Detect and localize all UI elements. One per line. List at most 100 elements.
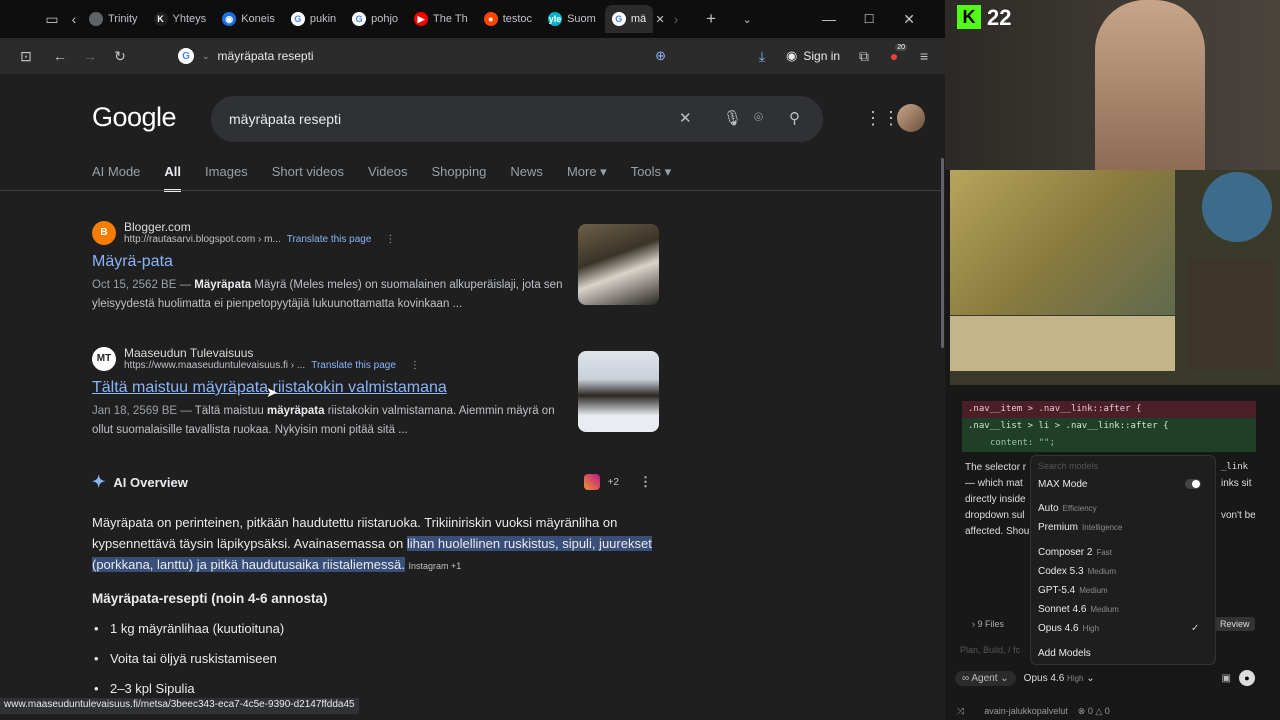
result-source[interactable]: B Blogger.com http://rautasarvi.blogspot… (92, 220, 572, 245)
tab-2[interactable]: ◉ Koneis (215, 5, 282, 33)
microphone-icon[interactable]: 🎙 (723, 109, 742, 127)
remote-icon[interactable]: ⤨ (957, 706, 964, 717)
ublock-icon[interactable]: ● 20 (880, 42, 908, 70)
scrollbar[interactable] (941, 158, 944, 348)
result-source[interactable]: MT Maaseudun Tulevaisuus https://www.maa… (92, 346, 572, 371)
result-title-link[interactable]: Mäyrä-pata (92, 253, 572, 271)
agent-mode-button[interactable]: ∞ Agent ⌄ (955, 670, 1016, 686)
image-attach-icon[interactable]: ▣ (1222, 673, 1231, 684)
search-input[interactable]: mäyräpata resepti ✕ 🎙 ⌾ ⚲ (211, 96, 823, 142)
google-logo[interactable]: Google (92, 102, 177, 133)
game-minimap (1202, 172, 1272, 242)
filter-tab-8[interactable]: Tools ▾ (631, 164, 672, 192)
game-screen (950, 170, 1280, 385)
avatar[interactable] (897, 104, 925, 132)
search-models-input[interactable]: Search models (1038, 461, 1098, 471)
tab-search-icon[interactable]: ▭ (38, 5, 66, 33)
sign-in-button[interactable]: ◉ Sign in (778, 44, 848, 68)
model-selector-button[interactable]: Opus 4.6 High ⌄ (1024, 673, 1095, 684)
microphone-icon[interactable]: ● (1239, 670, 1255, 686)
ai-more-icon[interactable]: ⋮ (639, 474, 652, 490)
prompt-input[interactable]: Plan, Build, / fc (960, 645, 1020, 655)
source-count-badge[interactable]: +2 (608, 477, 619, 488)
source-chip[interactable]: Instagram +1 (409, 561, 462, 571)
chat-text-fragment: _link (1221, 462, 1249, 472)
clear-icon[interactable]: ✕ (679, 109, 692, 127)
download-icon[interactable]: ⤓ (748, 42, 776, 70)
search-icon[interactable]: ⚲ (789, 109, 800, 127)
model-option[interactable]: Sonnet 4.6 Medium (1038, 604, 1119, 615)
tab-1[interactable]: K Yhteys (147, 5, 214, 33)
max-mode-toggle[interactable] (1185, 479, 1201, 489)
mt-icon: MT (92, 346, 116, 371)
tab-scroll-left-icon[interactable]: ‹ (66, 5, 82, 33)
model-option[interactable]: Composer 2 Fast (1038, 547, 1112, 558)
streamer-silhouette (1095, 0, 1205, 170)
extensions-icon[interactable]: ⧉ (850, 42, 878, 70)
close-tab-icon[interactable]: ✕ (653, 5, 667, 33)
game-chatbox (950, 316, 1175, 371)
tab-label: pukin (309, 13, 337, 25)
ai-overview: ✦ AI Overview +2 ⋮ Mäyräpata on perintei… (92, 472, 652, 696)
branch-name[interactable]: avain-jalukkopalvelut (984, 706, 1068, 716)
files-changed[interactable]: › 9 Files (972, 619, 1004, 629)
result-thumbnail-badger[interactable] (578, 351, 659, 432)
reload-icon[interactable]: ↻ (106, 42, 134, 70)
tab-8[interactable]: Gmä (604, 5, 654, 33)
model-option[interactable]: GPT-5.4 Medium (1038, 585, 1108, 596)
translate-icon[interactable]: ⊕ (655, 48, 666, 64)
lens-icon[interactable]: ⌾ (754, 109, 763, 126)
tab-list-icon[interactable]: ⌄ (733, 5, 761, 33)
sidebar-icon[interactable]: ⊡ (12, 42, 40, 70)
tab-3[interactable]: Gpukin (284, 5, 343, 33)
more-options-icon[interactable]: ⋮ (410, 360, 420, 371)
model-option-premium[interactable]: Premium Intelligence (1038, 522, 1123, 533)
snippet-pre: Tältä maistuu (194, 405, 264, 417)
maximize-icon[interactable]: ☐ (855, 5, 883, 33)
translate-link[interactable]: Translate this page (311, 360, 396, 371)
tab-6[interactable]: ● testoc (477, 5, 539, 33)
translate-link[interactable]: Translate this page (287, 234, 372, 245)
address-bar[interactable]: G ⌄ mäyräpata resepti ⊕ (168, 42, 676, 70)
more-options-icon[interactable]: ⋮ (385, 234, 395, 245)
filter-tab-1[interactable]: All (164, 164, 182, 192)
forward-icon[interactable]: → (76, 42, 104, 70)
model-tier: Efficiency (1062, 504, 1097, 513)
filter-tab-6[interactable]: News (510, 164, 543, 192)
max-mode-label: MAX Mode (1038, 479, 1088, 490)
tab-4[interactable]: Gpohjo (345, 5, 405, 33)
menu-icon[interactable]: ≡ (910, 42, 938, 70)
tab-7[interactable]: yle Suom (541, 5, 603, 33)
add-models-button[interactable]: Add Models (1038, 648, 1091, 659)
close-window-icon[interactable]: ✕ (895, 5, 923, 33)
search-query: mäyräpata resepti (229, 111, 342, 127)
filter-tab-2[interactable]: Images (205, 164, 248, 192)
filter-tab-4[interactable]: Videos (368, 164, 408, 192)
new-tab-icon[interactable]: + (697, 5, 725, 33)
editor-status-bar: ⤨ avain-jalukkopalvelut ⊗ 0 △ 0 (945, 702, 1280, 720)
model-option-auto[interactable]: Auto Efficiency (1038, 503, 1097, 514)
result-title-link[interactable]: Tältä maistuu mäyräpata riistakokin valm… (92, 379, 572, 397)
problems-indicator[interactable]: ⊗ 0 △ 0 (1078, 706, 1110, 717)
composer-bar: ∞ Agent ⌄ Opus 4.6 High ⌄ ▣ ● (955, 668, 1255, 688)
model-option[interactable]: Opus 4.6 High (1038, 623, 1099, 634)
filter-tab-7[interactable]: More ▾ (567, 164, 607, 192)
back-icon[interactable]: ← (46, 42, 74, 70)
tab-5[interactable]: ▶ The Th (407, 5, 475, 33)
model-tier: High (1082, 624, 1100, 633)
result-snippet: Oct 15, 2562 BE — Mäyräpata Mäyrä (Meles… (92, 276, 572, 314)
filter-tab-3[interactable]: Short videos (272, 164, 344, 192)
apps-grid-icon[interactable]: ⋮⋮ (864, 108, 900, 129)
tab-label: pohjo (371, 13, 399, 25)
minimize-icon[interactable]: — (815, 5, 843, 33)
review-button[interactable]: Review (1215, 617, 1255, 631)
filter-tab-0[interactable]: AI Mode (92, 164, 140, 192)
ai-overview-heading: AI Overview (113, 474, 188, 490)
model-option[interactable]: Codex 5.3 Medium (1038, 566, 1116, 577)
result-thumbnail-badger[interactable] (578, 224, 659, 305)
tab-scroll-right-icon[interactable]: › (667, 5, 685, 33)
browser-window: ▭ ‹ Trinity K Yhteys ◉ Koneis Gpukin Gpohjo ▶ Th… (0, 0, 945, 720)
filter-tab-5[interactable]: Shopping (431, 164, 486, 192)
instagram-icon[interactable] (583, 474, 600, 490)
tab-0[interactable]: Trinity (82, 5, 145, 33)
